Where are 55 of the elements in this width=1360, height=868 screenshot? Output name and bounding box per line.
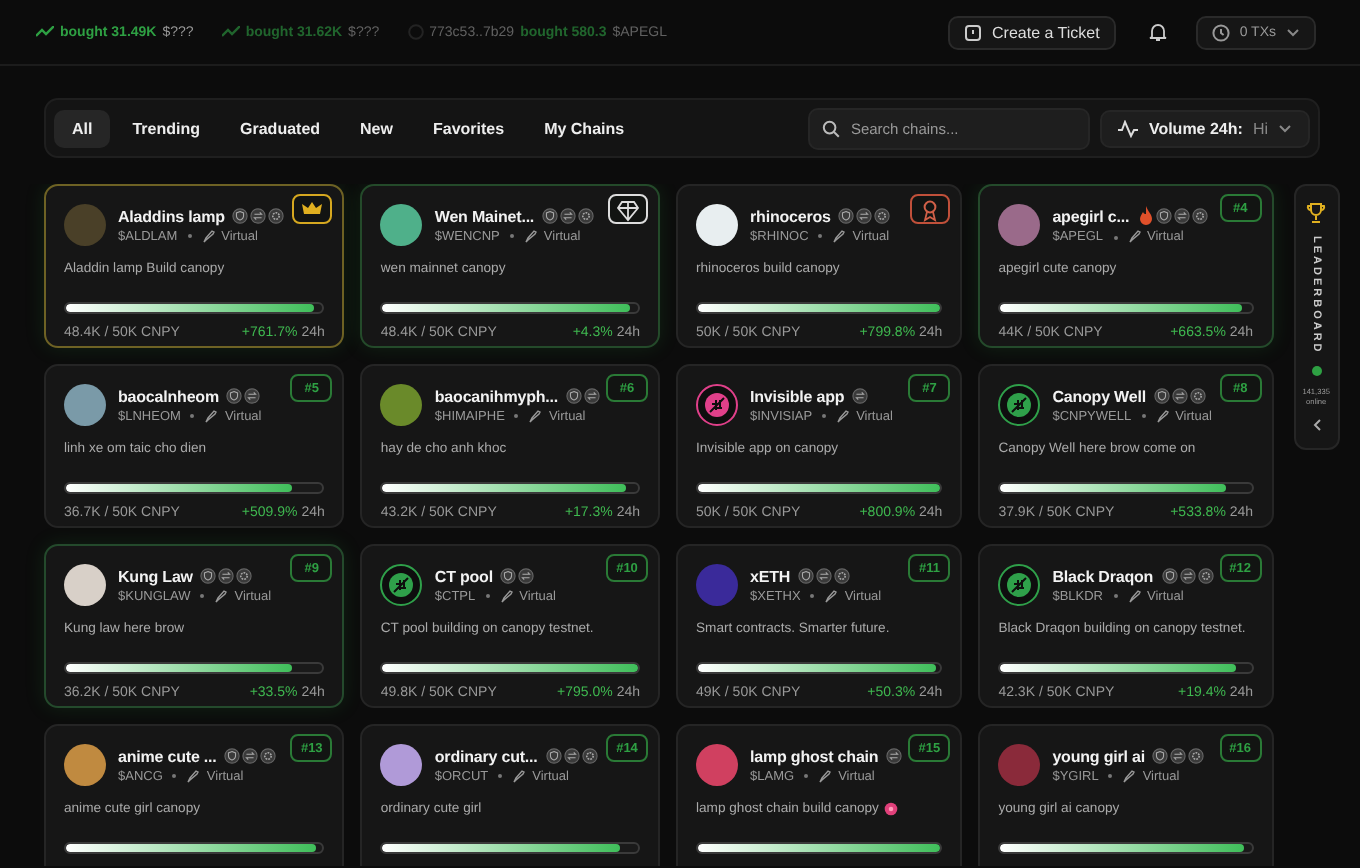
chevron-down-icon — [1278, 123, 1292, 133]
separator-dot-icon — [822, 414, 827, 418]
clock-icon — [1211, 23, 1230, 41]
separator-dot-icon — [498, 774, 503, 778]
chain-name: apegirl c... — [1052, 207, 1130, 225]
chain-name: Kung Law — [118, 567, 193, 585]
create-ticket-button[interactable]: Create a Ticket — [948, 15, 1116, 49]
gem-icon — [616, 197, 641, 221]
chain-name: anime cute ... — [118, 747, 217, 765]
separator-dot-icon — [190, 414, 195, 418]
chain-name: Black Draqon — [1052, 567, 1154, 585]
filter-tab[interactable]: Graduated — [222, 109, 339, 147]
separator-dot-icon — [818, 234, 823, 238]
chain-name: ordinary cut... — [434, 747, 538, 765]
separator-dot-icon — [172, 774, 177, 778]
filter-tab[interactable]: All — [54, 109, 111, 147]
chain-name: baocanihmyph... — [434, 387, 559, 405]
filter-tab[interactable]: New — [342, 109, 411, 147]
pulse-icon — [1118, 119, 1139, 137]
filter-tab[interactable]: My Chains — [526, 109, 643, 147]
chain-name: xETH — [750, 567, 791, 585]
separator-dot-icon — [804, 774, 809, 778]
separator-dot-icon — [509, 234, 514, 238]
online-dot-icon — [1311, 366, 1322, 377]
separator-dot-icon — [485, 594, 490, 598]
separator-dot-icon — [1113, 235, 1117, 239]
separator-dot-icon — [200, 594, 205, 598]
fire-icon — [1137, 206, 1154, 226]
ticket-icon — [964, 23, 983, 41]
chain-name: young girl ai — [1052, 747, 1145, 765]
chain-name: baocalnheom — [118, 387, 219, 405]
chain-name: Wen Mainet... — [434, 207, 535, 225]
separator-dot-icon — [1108, 774, 1113, 778]
chain-name: rhinoceros — [750, 207, 831, 225]
chain-name: lamp ghost chain — [750, 747, 879, 765]
trophy-icon — [1306, 202, 1327, 224]
chain-name: Aladdins lamp — [118, 207, 225, 225]
chain-name: Invisible app — [750, 387, 845, 405]
chevron-down-icon — [1286, 27, 1300, 37]
bell-icon[interactable] — [1147, 22, 1168, 42]
chain-name: Canopy Well — [1052, 387, 1146, 405]
filter-tab[interactable]: Favorites — [414, 109, 523, 147]
separator-dot-icon — [810, 594, 815, 598]
sort-dropdown[interactable]: Volume 24h: Hi — [1100, 109, 1310, 147]
chevron-left-icon[interactable] — [1311, 418, 1322, 433]
separator-dot-icon — [187, 234, 192, 238]
separator-dot-icon — [1141, 414, 1146, 418]
circle-icon — [407, 24, 424, 40]
filter-tab[interactable]: Trending — [114, 109, 219, 147]
separator-dot-icon — [1113, 594, 1117, 598]
search-icon — [822, 119, 841, 137]
trend-icon — [36, 26, 54, 38]
separator-dot-icon — [514, 414, 519, 418]
chain-name: CT pool — [434, 567, 493, 585]
trend-icon — [221, 26, 240, 38]
